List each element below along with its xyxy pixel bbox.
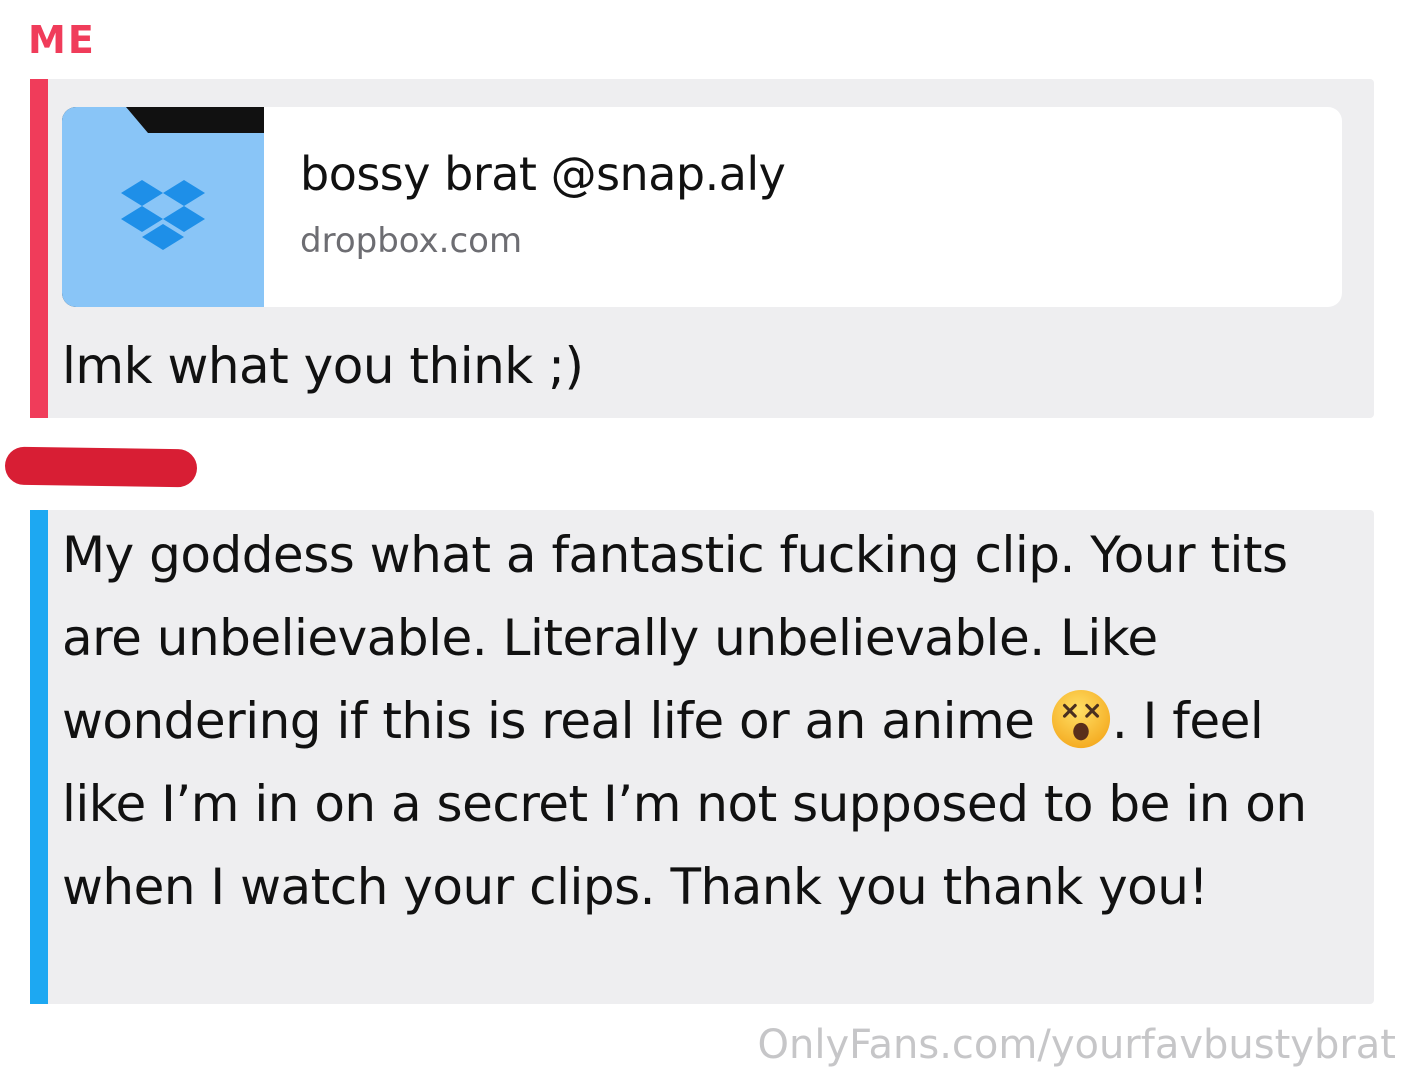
- message-text-them: My goddess what a fantastic fucking clip…: [62, 514, 1362, 929]
- dizzy-face-emoji-icon: [1051, 689, 1110, 749]
- watermark-text: OnlyFans.com/yourfavbustybrat: [757, 1022, 1396, 1068]
- link-title: bossy brat @snap.aly: [300, 147, 786, 201]
- link-domain: dropbox.com: [300, 221, 523, 261]
- message-text-me: lmk what you think ;): [62, 337, 584, 395]
- sender-color-bar-me: [30, 79, 48, 418]
- link-preview-card[interactable]: bossy brat @snap.aly dropbox.com: [62, 107, 1342, 307]
- redaction-scribble: [4, 446, 198, 488]
- sender-label-me: ME: [28, 18, 96, 62]
- message-block-me: bossy brat @snap.aly dropbox.com lmk wha…: [30, 79, 1374, 418]
- dropbox-folder-icon: [62, 107, 264, 307]
- sender-color-bar-them: [30, 510, 48, 1004]
- message-block-them: My goddess what a fantastic fucking clip…: [30, 510, 1374, 1004]
